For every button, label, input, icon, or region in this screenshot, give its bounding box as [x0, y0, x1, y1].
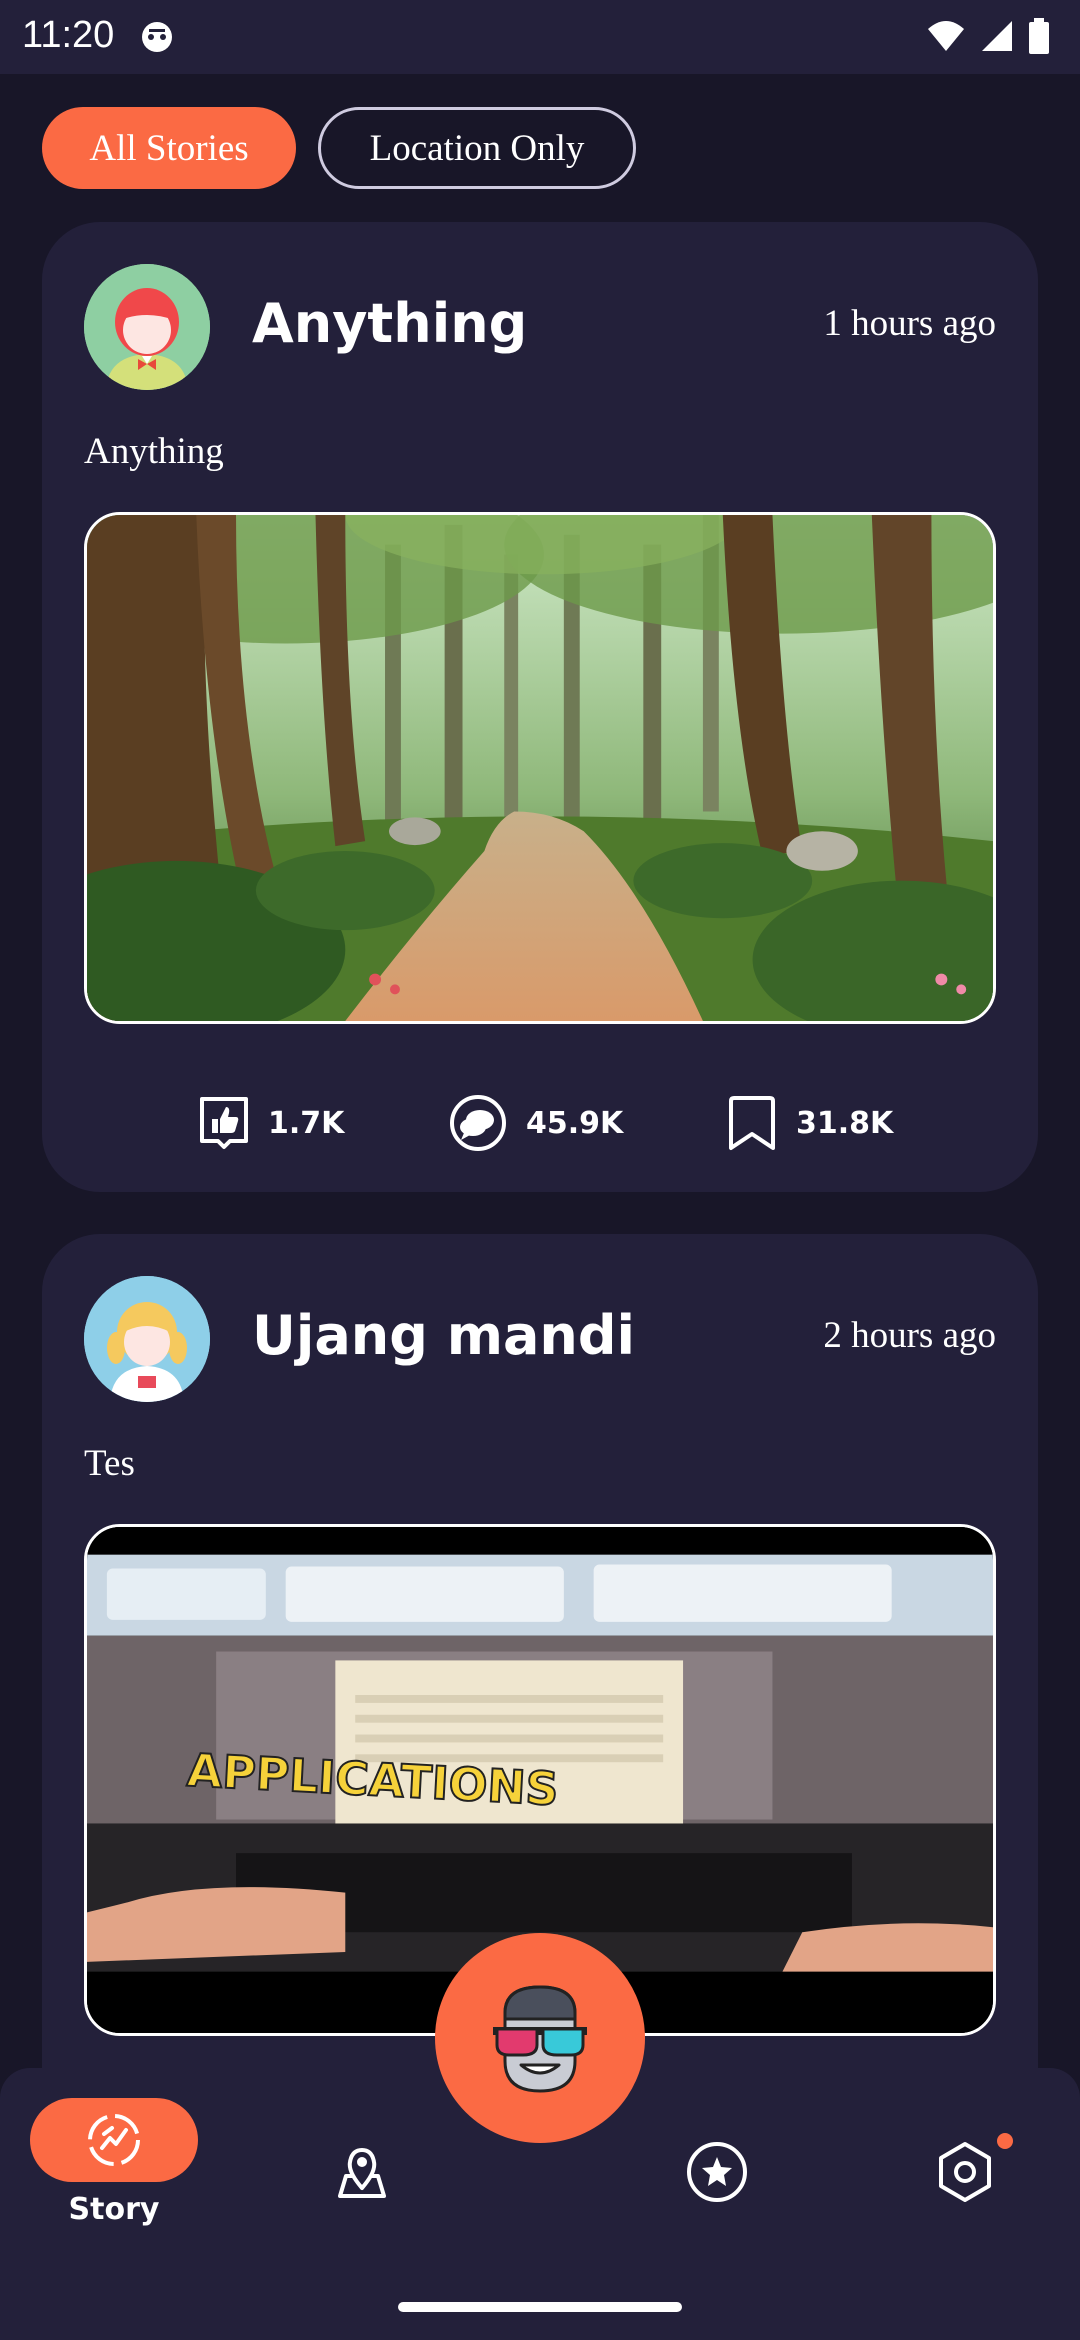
status-time: 11:20	[22, 14, 115, 56]
nav-favorites-button[interactable]	[682, 2137, 752, 2207]
story-caption: Tes	[84, 1443, 135, 1484]
avatar-girl-icon	[84, 264, 210, 390]
comment-count: 45.9K	[526, 1105, 624, 1141]
wifi-icon	[928, 21, 964, 51]
bookmark-icon	[729, 1096, 775, 1150]
app-screen: 11:20 All Stories Location Only Anything…	[0, 0, 1080, 2340]
robot-face-icon	[493, 1985, 587, 2093]
comment-icon	[450, 1095, 506, 1151]
notification-dot	[997, 2133, 1013, 2149]
battery-icon	[1029, 18, 1049, 54]
story-time: 2 hours ago	[823, 1315, 996, 1356]
like-stat[interactable]: 1.7K	[198, 1088, 344, 1158]
avatar[interactable]	[84, 1276, 210, 1402]
nav-settings-button[interactable]	[930, 2137, 1000, 2207]
story-author: Anything	[252, 292, 528, 355]
ai-assistant-button[interactable]	[435, 1933, 645, 2143]
nav-story-button[interactable]	[30, 2098, 198, 2182]
filter-location-only[interactable]: Location Only	[318, 107, 636, 189]
story-card[interactable]: Anything 1 hours ago Anything 1.7K 45.9K…	[42, 222, 1038, 1192]
signal-icon	[982, 21, 1012, 51]
map-pin-icon	[338, 2148, 386, 2198]
story-stats: 1.7K 45.9K 31.8K	[42, 1088, 1038, 1158]
story-caption: Anything	[84, 431, 224, 472]
like-icon	[200, 1097, 248, 1149]
forest-image	[87, 515, 993, 1021]
filter-all-stories[interactable]: All Stories	[42, 107, 296, 189]
like-count: 1.7K	[268, 1105, 345, 1141]
status-bar: 11:20	[0, 0, 1080, 74]
notification-icon	[142, 22, 172, 52]
story-author: Ujang mandi	[252, 1304, 636, 1367]
story-photo[interactable]	[84, 512, 996, 1024]
nav-story-label: Story	[68, 2192, 160, 2227]
bookmark-count: 31.8K	[796, 1105, 894, 1141]
settings-icon	[939, 2142, 991, 2202]
avatar-girl-icon	[84, 1276, 210, 1402]
home-indicator[interactable]	[398, 2302, 682, 2312]
story-icon	[88, 2114, 140, 2166]
story-time: 1 hours ago	[823, 303, 996, 344]
nav-map-button[interactable]	[327, 2137, 397, 2207]
avatar[interactable]	[84, 264, 210, 390]
bookmark-stat[interactable]: 31.8K	[726, 1088, 893, 1158]
star-icon	[687, 2142, 747, 2202]
comment-stat[interactable]: 45.9K	[448, 1088, 623, 1158]
status-icons	[926, 18, 1050, 54]
